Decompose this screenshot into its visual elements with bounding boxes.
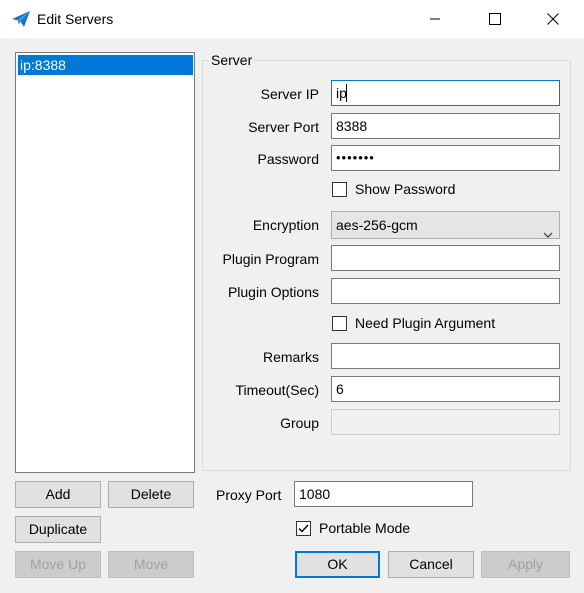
ok-button[interactable]: OK bbox=[295, 551, 380, 578]
show-password-checkbox[interactable]: Show Password bbox=[332, 181, 455, 197]
proxy-port-input[interactable]: 1080 bbox=[294, 481, 473, 507]
timeout-label: Timeout(Sec) bbox=[235, 382, 319, 398]
need-plugin-argument-label: Need Plugin Argument bbox=[355, 315, 496, 331]
close-button[interactable] bbox=[530, 0, 576, 38]
plugin-program-input[interactable] bbox=[331, 245, 560, 271]
server-group-legend: Server bbox=[209, 52, 255, 68]
maximize-button[interactable] bbox=[472, 0, 518, 38]
password-input[interactable]: ••••••• bbox=[331, 145, 560, 171]
group-label: Group bbox=[280, 415, 319, 431]
plugin-program-label: Plugin Program bbox=[222, 251, 320, 267]
plugin-options-label: Plugin Options bbox=[227, 284, 319, 300]
server-ip-label: Server IP bbox=[260, 86, 319, 102]
minimize-icon bbox=[429, 13, 441, 25]
server-listbox[interactable]: ip:8388 bbox=[15, 52, 195, 473]
proxy-port-label: Proxy Port bbox=[216, 487, 282, 503]
minimize-button[interactable] bbox=[412, 0, 458, 38]
portable-mode-label: Portable Mode bbox=[319, 520, 411, 536]
server-ip-input[interactable]: ip bbox=[331, 80, 560, 106]
chevron-down-icon bbox=[543, 221, 553, 247]
text-caret bbox=[346, 84, 347, 102]
paper-plane-icon bbox=[11, 10, 31, 28]
move-up-button[interactable]: Move Up bbox=[15, 551, 101, 578]
cancel-button[interactable]: Cancel bbox=[388, 551, 474, 578]
encryption-select[interactable]: aes-256-gcm bbox=[331, 211, 560, 239]
server-port-input[interactable]: 8388 bbox=[331, 113, 560, 139]
close-icon bbox=[547, 13, 559, 25]
duplicate-button[interactable]: Duplicate bbox=[15, 516, 101, 543]
apply-button[interactable]: Apply bbox=[481, 551, 570, 578]
checkbox-box[interactable] bbox=[332, 315, 347, 331]
encryption-value: aes-256-gcm bbox=[336, 217, 418, 233]
checkbox-box[interactable] bbox=[332, 181, 347, 197]
portable-mode-checkbox[interactable]: Portable Mode bbox=[296, 520, 410, 536]
delete-button[interactable]: Delete bbox=[108, 481, 194, 508]
need-plugin-argument-checkbox[interactable]: Need Plugin Argument bbox=[332, 315, 495, 331]
move-button[interactable]: Move bbox=[108, 551, 194, 578]
remarks-label: Remarks bbox=[262, 349, 319, 365]
password-label: Password bbox=[257, 151, 319, 167]
maximize-icon bbox=[489, 13, 501, 25]
plugin-options-input[interactable] bbox=[331, 278, 560, 304]
encryption-label: Encryption bbox=[252, 217, 319, 233]
show-password-label: Show Password bbox=[355, 181, 456, 197]
checkmark-icon bbox=[298, 524, 309, 533]
remarks-input[interactable] bbox=[331, 343, 560, 369]
title-bar[interactable]: Edit Servers bbox=[0, 0, 584, 38]
edit-servers-window: Edit Servers ip:8388 Server Server IP ip… bbox=[0, 0, 584, 593]
server-list-item[interactable]: ip:8388 bbox=[18, 55, 193, 75]
server-port-label: Server Port bbox=[248, 119, 319, 135]
add-button[interactable]: Add bbox=[15, 481, 101, 508]
window-title: Edit Servers bbox=[37, 11, 114, 27]
timeout-input[interactable]: 6 bbox=[331, 376, 560, 402]
checkbox-box[interactable] bbox=[296, 520, 311, 536]
group-input bbox=[331, 409, 560, 435]
